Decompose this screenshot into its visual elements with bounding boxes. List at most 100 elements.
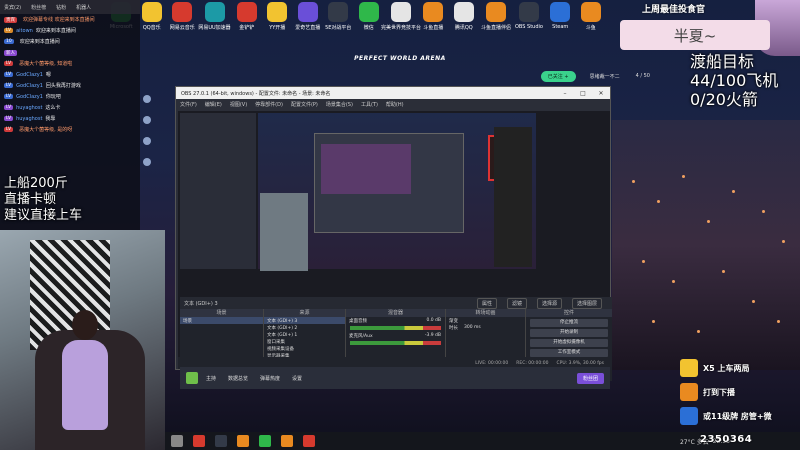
obs-icon[interactable] (215, 435, 227, 447)
nested-obs-window (314, 133, 464, 233)
shortcut-label: 微信 (363, 25, 374, 31)
chat-username[interactable]: huyaghost (16, 116, 42, 122)
chat-tab[interactable]: 粉丝榜 (31, 4, 46, 11)
user-badge: LV (4, 105, 14, 110)
source-item[interactable]: 文本 (GDI+) 1 (264, 331, 345, 338)
menu-item[interactable]: 帮助(H) (386, 101, 404, 108)
transitions-title: 转场动画 (446, 309, 525, 317)
desktop-shortcut[interactable]: 腾讯QQ (451, 2, 478, 40)
menu-item[interactable]: 配置文件(P) (291, 101, 318, 108)
menu-item[interactable]: 停靠部件(D) (255, 101, 283, 108)
source-item[interactable]: 视频采集设备 (264, 345, 345, 352)
source-item[interactable]: 文本 (GDI+) 3 (264, 317, 345, 324)
fan-club-button[interactable]: 粉丝团 (576, 372, 604, 384)
rail-game-icon[interactable] (143, 116, 151, 124)
preview-source-list (180, 113, 256, 269)
desktop-shortcut[interactable]: 5E对战平台 (325, 2, 352, 40)
transition-select[interactable]: 渐变 (446, 317, 525, 324)
source-item[interactable]: 窗口采集 (264, 338, 345, 345)
app-icon (358, 2, 379, 22)
chat-text: 这么卡 (45, 105, 61, 111)
desktop-shortcut[interactable]: OBS Studio (515, 2, 543, 40)
maximize-icon[interactable]: □ (574, 90, 592, 97)
shortcut-label: OBS Studio (515, 24, 543, 30)
obs-preview[interactable]: 文本 (GDI+) 3 属性 滤镜 选择源 选择图层 场景 场景 + − ∧ ∨… (178, 111, 612, 381)
desktop-shortcut[interactable]: 微信 (356, 2, 383, 40)
select-source-button[interactable]: 选择源 (536, 297, 562, 309)
desktop-shortcut[interactable]: 金铲铲 (234, 2, 261, 40)
close-icon[interactable]: ✕ (592, 90, 610, 97)
follow-button[interactable]: 已关注 + (540, 70, 576, 82)
desktop-shortcut[interactable]: 完美世界竞技平台 (381, 2, 421, 40)
app-icon[interactable] (193, 435, 205, 447)
toolbar-item[interactable]: 弹幕热度 (260, 375, 280, 382)
obs-window[interactable]: OBS 27.0.1 (64-bit, windows) - 配置文件: 未命名… (175, 86, 612, 381)
shortcut-label: Steam (552, 24, 569, 30)
app-icon (518, 2, 539, 22)
menu-item[interactable]: 文件(F) (180, 101, 197, 108)
app-icon (550, 2, 571, 22)
app-icon (172, 2, 193, 22)
chat-username[interactable]: GodClazy1 (16, 83, 43, 89)
shortcut-label: 完美世界竞技平台 (381, 25, 422, 31)
reward-text: 打到下播 (703, 387, 735, 397)
app-icon[interactable] (303, 435, 315, 447)
chat-username[interactable]: GodClazy1 (16, 94, 43, 100)
desktop-shortcut[interactable]: 网易云音乐 (169, 2, 196, 40)
mixer-meter[interactable] (350, 326, 441, 330)
scene-item[interactable]: 场景 (180, 317, 263, 324)
overlay-line: 直播卡顿 (4, 192, 57, 207)
chat-username[interactable]: huyaghost (16, 105, 42, 111)
chat-tab[interactable]: 钻粉 (56, 4, 66, 11)
city-light (657, 200, 660, 203)
select-layer-button[interactable]: 选择图层 (571, 297, 602, 309)
viewer-count: 4 / 50 (635, 73, 650, 79)
wechat-icon[interactable] (259, 435, 271, 447)
desktop-shortcut[interactable]: YY开播 (264, 2, 291, 40)
app-icon (580, 2, 601, 22)
obs-titlebar[interactable]: OBS 27.0.1 (64-bit, windows) - 配置文件: 未命名… (176, 87, 610, 99)
rail-user-icon[interactable] (143, 158, 151, 166)
control-button[interactable]: 开始录制 (530, 329, 608, 337)
filters-button[interactable]: 滤镜 (506, 297, 527, 309)
preview-canvas[interactable] (258, 113, 536, 271)
chat-message: LV huyaghost 这么卡 (0, 102, 140, 113)
desktop-shortcut[interactable]: Steam (547, 2, 574, 40)
app-icon[interactable] (281, 435, 293, 447)
desktop-shortcut[interactable]: 斗鱼直播 (420, 2, 447, 40)
chat-username[interactable]: GodClazy1 (16, 72, 43, 78)
chat-tab[interactable]: 机器人 (76, 4, 91, 11)
streamer-name-box: 半夏~ (620, 20, 770, 50)
menu-item[interactable]: 工具(T) (361, 101, 378, 108)
chat-username[interactable]: aitown (16, 28, 33, 34)
rail-home-icon[interactable] (143, 95, 151, 103)
desktop-shortcut[interactable]: QQ音乐 (139, 2, 166, 40)
chat-text: 回头我再打游戏 (45, 83, 81, 89)
streamer-name[interactable]: 思绪裁一不二 (590, 73, 620, 80)
toolbar-item[interactable]: 设置 (292, 375, 302, 382)
transition-duration[interactable]: 时长 300 ms (446, 324, 525, 331)
chat-message: 新人 (0, 47, 140, 58)
toolbar-item[interactable]: 主持 (206, 375, 216, 382)
menu-item[interactable]: 场景集合(S) (326, 101, 353, 108)
control-button[interactable]: 工作室模式 (530, 349, 608, 357)
control-button[interactable]: 开始虚拟摄像机 (530, 339, 608, 347)
control-button[interactable]: 停止推流 (530, 319, 608, 327)
menu-item[interactable]: 视图(V) (230, 101, 247, 108)
menu-item[interactable]: 编辑(E) (205, 101, 222, 108)
desktop-shortcut[interactable]: 网易UU加速器 (198, 2, 231, 40)
game-icon[interactable] (186, 372, 198, 384)
desktop-shortcut[interactable]: 斗鱼 (577, 2, 604, 40)
desktop-shortcut[interactable]: 爱奇艺直播 (295, 2, 322, 40)
minimize-icon[interactable]: – (556, 90, 574, 97)
app-icon[interactable] (237, 435, 249, 447)
toolbar-item[interactable]: 数据总览 (228, 375, 248, 382)
rail-video-icon[interactable] (143, 137, 151, 145)
mixer-meter[interactable] (350, 341, 441, 345)
properties-button[interactable]: 属性 (476, 297, 497, 309)
chat-text: 我靠 (45, 116, 56, 122)
chat-tab[interactable]: 贵宾(2) (4, 4, 21, 11)
desktop-shortcut[interactable]: 斗鱼直播伴侣 (481, 2, 511, 40)
start-icon[interactable] (171, 435, 183, 447)
source-item[interactable]: 文本 (GDI+) 2 (264, 324, 345, 331)
